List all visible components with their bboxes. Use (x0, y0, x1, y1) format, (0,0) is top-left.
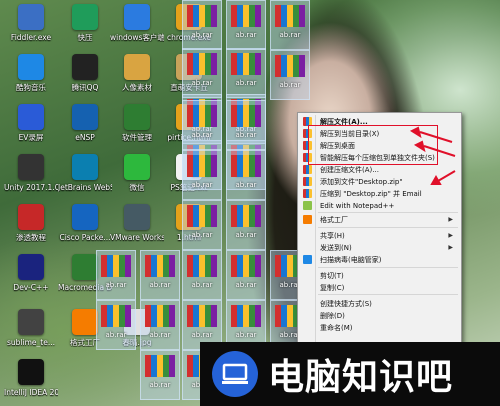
watermark-banner: 电脑知识吧 (200, 342, 500, 406)
banner-text: 电脑知识吧 (268, 357, 454, 398)
monitor-logo-icon (212, 351, 258, 397)
arrow-extract-desktop (413, 140, 456, 157)
arrow-extract-here (409, 126, 453, 143)
arrow-smart-extract (430, 170, 456, 185)
